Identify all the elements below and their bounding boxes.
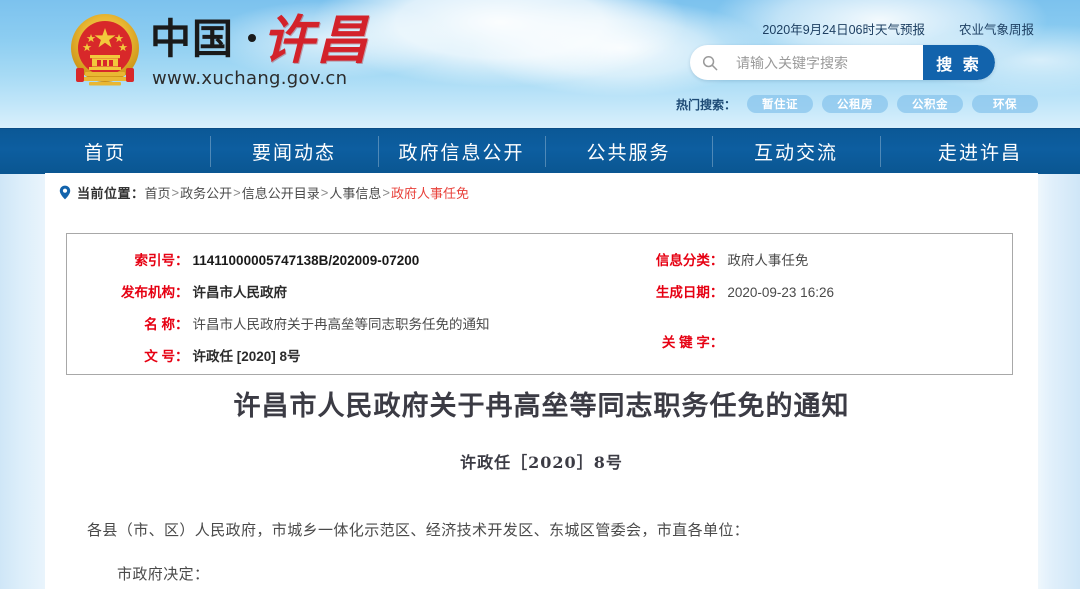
meta-row-publisher: 发布机构 ： 许昌市人民政府 [109,284,576,302]
national-emblem-icon [63,10,147,94]
meta-row-keywords: 关 键 字 ： [644,334,1012,352]
document-meta-table: 索引号 ： 11411000005747138B/202009-07200 发布… [66,233,1013,375]
meta-key-keywords: 关 键 字 [661,335,710,350]
wordmark-city: 许昌 [262,10,371,71]
nav-item-gov-info-disclosure[interactable]: 政府信息公开 [378,129,545,174]
meta-value-publisher: 许昌市人民政府 [192,285,288,300]
article-paragraph-0: 各县（市、区）人民政府，市城乡一体化示范区、经济技术开发区、东城区管委会，市直各… [87,521,750,539]
meta-value-index-number: 11411000005747138B/202009-07200 [192,253,420,268]
site-header: 中国 许昌 www.xuchang.gov.cn 2020年9月24日06时天气… [0,0,1080,128]
wordmark-dot [248,34,256,42]
search-input[interactable] [732,46,923,79]
hot-search-label: 热门搜索： [676,97,737,112]
meta-key-publisher: 发布机构 [121,285,175,300]
meta-key-index-number: 索引号 [134,253,176,268]
article: 许昌市人民政府关于冉高垒等同志职务任免的通知 许政任［2020］8号 各县（市、… [45,385,1038,589]
meta-row-created-date: 生成日期 ： 2020-09-23 16:26 [644,284,1012,302]
nav-item-news[interactable]: 要闻动态 [210,129,378,174]
meta-colon-3: ： [175,349,189,364]
hot-tag-1[interactable]: 公租房 [822,95,889,113]
breadcrumb-item-0[interactable]: 首页 [145,183,171,202]
article-doc-number: 许政任［2020］8号 [460,453,623,472]
header-top-links: 2020年9月24日06时天气预报 农业气象周报 [762,19,1034,38]
weather-forecast-link[interactable]: 2020年9月24日06时天气预报 [762,19,925,38]
meta-key-name: 名 称 [144,317,175,332]
meta-column-left: 索引号 ： 11411000005747138B/202009-07200 发布… [67,234,576,374]
meta-key-doc-number: 文 号 [144,349,175,364]
nav-item-public-service[interactable]: 公共服务 [545,129,712,174]
location-pin-icon [59,185,71,200]
hot-tag-3[interactable]: 环保 [972,95,1039,113]
breadcrumb-current[interactable]: 政府人事任免 [391,183,469,202]
meta-key-category: 信息分类 [655,253,710,268]
breadcrumb: 当前位置： 首页 > 政务公开 > 信息公开目录 > 人事信息 > 政府人事任免 [59,183,469,202]
hot-tag-2[interactable]: 公积金 [897,95,964,113]
main-nav: 首页 要闻动态 政府信息公开 公共服务 互动交流 走进许昌 [0,128,1080,174]
meta-key-created-date: 生成日期 [655,285,710,300]
breadcrumb-label: 当前位置： [77,186,145,201]
meta-colon-5: ： [709,285,724,300]
page-root: 中国 许昌 www.xuchang.gov.cn 2020年9月24日06时天气… [0,0,1080,589]
agri-weather-weekly-link[interactable]: 农业气象周报 [959,19,1034,38]
nav-item-about-xuchang[interactable]: 走进许昌 [880,129,1080,174]
wordmark-country: 中国 [150,15,234,63]
meta-value-category: 政府人事任免 [727,253,809,268]
article-body: 各县（市、区）人民政府，市城乡一体化示范区、经济技术开发区、东城区管委会，市直各… [45,515,1038,589]
meta-colon-0: ： [175,253,189,268]
breadcrumb-item-1[interactable]: 政务公开 [180,183,232,202]
breadcrumb-item-3[interactable]: 人事信息 [329,183,381,202]
search-button[interactable]: 搜 索 [923,45,995,80]
article-title: 许昌市人民政府关于冉高垒等同志职务任免的通知 [233,391,850,422]
hot-search-row: 热门搜索： 暂住证 公租房 公积金 环保 [676,95,1039,113]
meta-column-right: 信息分类 ： 政府人事任免 生成日期 ： 2020-09-23 16:26 关 … [576,234,1012,374]
meta-colon-6: ： [709,335,724,350]
breadcrumb-sep-3: > [382,185,390,200]
article-paragraph-1: 市政府决定： [117,565,210,583]
breadcrumb-sep-1: > [233,185,241,200]
meta-row-doc-number: 文 号 ： 许政任 [2020] 8号 [109,348,576,366]
meta-colon-1: ： [175,285,189,300]
breadcrumb-sep-2: > [320,185,329,200]
content-area: 当前位置： 首页 > 政务公开 > 信息公开目录 > 人事信息 > 政府人事任免… [45,173,1038,589]
site-wordmark: 中国 许昌 www.xuchang.gov.cn [150,10,400,89]
hot-tag-0[interactable]: 暂住证 [747,95,814,113]
meta-value-created-date: 2020-09-23 16:26 [727,285,834,300]
nav-item-home[interactable]: 首页 [0,129,210,174]
meta-colon-2: ： [175,317,189,332]
meta-row-category: 信息分类 ： 政府人事任免 [644,252,1012,270]
meta-row-name: 名 称 ： 许昌市人民政府关于冉高垒等同志职务任免的通知 [109,316,576,334]
site-url: www.xuchang.gov.cn [152,68,348,89]
search-box[interactable]: 搜 索 [690,45,995,80]
meta-row-index-number: 索引号 ： 11411000005747138B/202009-07200 [109,252,576,270]
breadcrumb-item-2[interactable]: 信息公开目录 [242,183,320,202]
meta-value-name: 许昌市人民政府关于冉高垒等同志职务任免的通知 [192,317,490,332]
search-icon [690,55,732,71]
meta-value-doc-number: 许政任 [2020] 8号 [192,349,301,364]
nav-item-interaction[interactable]: 互动交流 [712,129,880,174]
breadcrumb-sep-0: > [171,185,180,200]
meta-colon-4: ： [709,253,724,268]
